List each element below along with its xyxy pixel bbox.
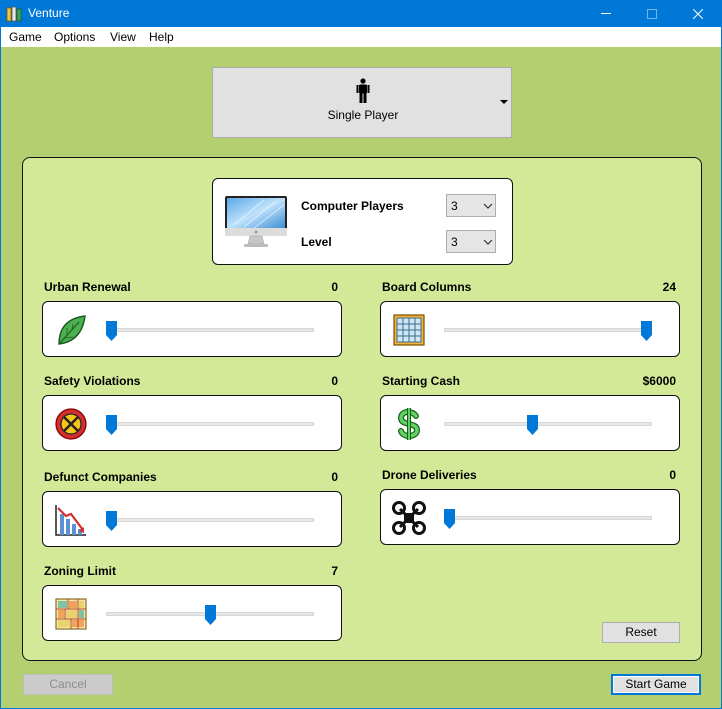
computer-settings-box: Computer Players 3 Level 3 <box>212 178 513 265</box>
board-columns-slider-thumb[interactable] <box>641 321 652 341</box>
chevron-down-icon <box>483 203 493 209</box>
menu-help[interactable]: Help <box>149 30 174 44</box>
drone-deliveries-value: 0 <box>669 468 676 482</box>
computer-players-value: 3 <box>451 199 458 213</box>
menu-view[interactable]: View <box>110 30 136 44</box>
menu-game[interactable]: Game <box>9 30 42 44</box>
urban-renewal-slider-track[interactable] <box>106 328 314 332</box>
maximize-button[interactable] <box>629 1 675 27</box>
drone-deliveries-label: Drone Deliveries <box>382 468 477 482</box>
dropdown-arrow-icon <box>500 100 508 104</box>
board-columns-value: 24 <box>662 280 676 294</box>
dollar-icon <box>397 408 421 440</box>
zoning-limit-value: 7 <box>331 564 338 578</box>
computer-players-label: Computer Players <box>301 199 404 213</box>
menu-bar: Game Options View Help <box>1 27 721 47</box>
safety-violations-box <box>42 395 342 451</box>
starting-cash-slider-track[interactable] <box>444 422 652 426</box>
safety-violations-value: 0 <box>331 374 338 388</box>
zoning-limit-label: Zoning Limit <box>44 564 116 578</box>
title-bar[interactable]: Venture <box>1 1 721 27</box>
safety-violations-slider-track[interactable] <box>106 422 314 426</box>
grid-icon <box>393 314 425 346</box>
minimize-button[interactable] <box>583 1 629 27</box>
person-icon <box>356 78 370 103</box>
minimize-icon <box>601 13 611 14</box>
leaf-icon <box>58 315 86 345</box>
defunct-companies-value: 0 <box>331 470 338 484</box>
zoning-limit-box <box>42 585 342 641</box>
declining-chart-icon <box>55 505 86 536</box>
game-mode-label: Single Player <box>327 108 399 122</box>
safety-violations-slider-thumb[interactable] <box>106 415 117 435</box>
urban-renewal-box <box>42 301 342 357</box>
close-button[interactable] <box>675 1 721 27</box>
board-columns-slider-track[interactable] <box>444 328 652 332</box>
zoning-map-icon <box>55 598 87 630</box>
defunct-companies-slider-thumb[interactable] <box>106 511 117 531</box>
level-value: 3 <box>451 235 458 249</box>
board-columns-box <box>380 301 680 357</box>
options-panel: Computer Players 3 Level 3 Urban Renewal… <box>22 157 702 661</box>
drone-icon <box>392 501 426 535</box>
computer-players-select[interactable]: 3 <box>446 194 496 217</box>
defunct-companies-label: Defunct Companies <box>44 470 157 484</box>
starting-cash-value: $6000 <box>642 374 676 388</box>
drone-deliveries-slider-track[interactable] <box>444 516 652 520</box>
menu-options[interactable]: Options <box>54 30 95 44</box>
monitor-icon <box>225 196 287 247</box>
level-label: Level <box>301 235 332 249</box>
reset-button[interactable]: Reset <box>602 622 680 643</box>
window-title: Venture <box>28 6 70 20</box>
no-entry-icon <box>55 408 87 440</box>
close-icon <box>693 9 703 19</box>
zoning-limit-slider-thumb[interactable] <box>204 605 216 625</box>
start-game-button[interactable]: Start Game <box>611 674 701 695</box>
cancel-button[interactable]: Cancel <box>23 674 113 695</box>
game-mode-dropdown[interactable]: Single Player <box>212 67 512 138</box>
starting-cash-slider-thumb[interactable] <box>526 415 538 435</box>
drone-deliveries-box <box>380 489 680 545</box>
chevron-down-icon <box>483 239 493 245</box>
starting-cash-label: Starting Cash <box>382 374 461 388</box>
urban-renewal-slider-thumb[interactable] <box>106 321 117 341</box>
maximize-icon <box>647 9 657 19</box>
app-window: Venture Game Options View Help Single Pl… <box>0 0 722 709</box>
starting-cash-box <box>380 395 680 451</box>
urban-renewal-label: Urban Renewal <box>44 280 131 294</box>
safety-violations-label: Safety Violations <box>44 374 141 388</box>
app-icon <box>6 6 22 22</box>
level-select[interactable]: 3 <box>446 230 496 253</box>
drone-deliveries-slider-thumb[interactable] <box>444 509 455 529</box>
board-columns-label: Board Columns <box>382 280 472 294</box>
defunct-companies-slider-track[interactable] <box>106 518 314 522</box>
urban-renewal-value: 0 <box>331 280 338 294</box>
defunct-companies-box <box>42 491 342 547</box>
